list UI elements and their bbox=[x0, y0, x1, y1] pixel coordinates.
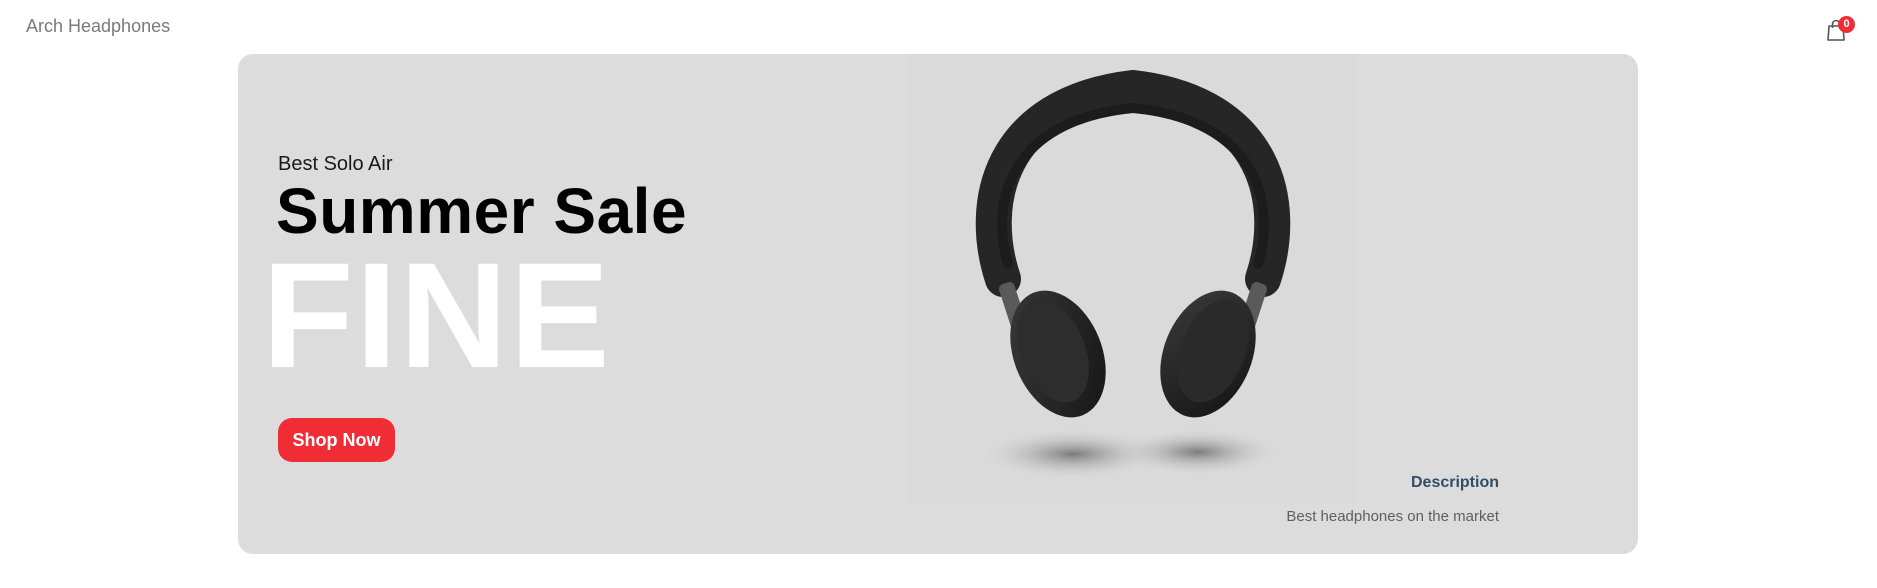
cart-button[interactable]: 0 bbox=[1826, 16, 1855, 42]
logo-link[interactable]: Arch Headphones bbox=[26, 16, 170, 37]
navbar: Arch Headphones 0 bbox=[0, 0, 1877, 54]
shop-now-button[interactable]: Shop Now bbox=[278, 418, 395, 462]
hero-banner: Best Solo Air Summer Sale FINE Shop Now bbox=[238, 54, 1638, 554]
description-block: Description Best headphones on the marke… bbox=[1286, 474, 1499, 525]
cart-count-badge: 0 bbox=[1838, 16, 1855, 33]
hero-small-text: Best Solo Air bbox=[278, 153, 393, 175]
description-text: Best headphones on the market bbox=[1286, 508, 1499, 525]
headphones-image bbox=[908, 54, 1358, 504]
description-title: Description bbox=[1410, 474, 1499, 491]
hero-large-text: FINE bbox=[262, 231, 612, 399]
